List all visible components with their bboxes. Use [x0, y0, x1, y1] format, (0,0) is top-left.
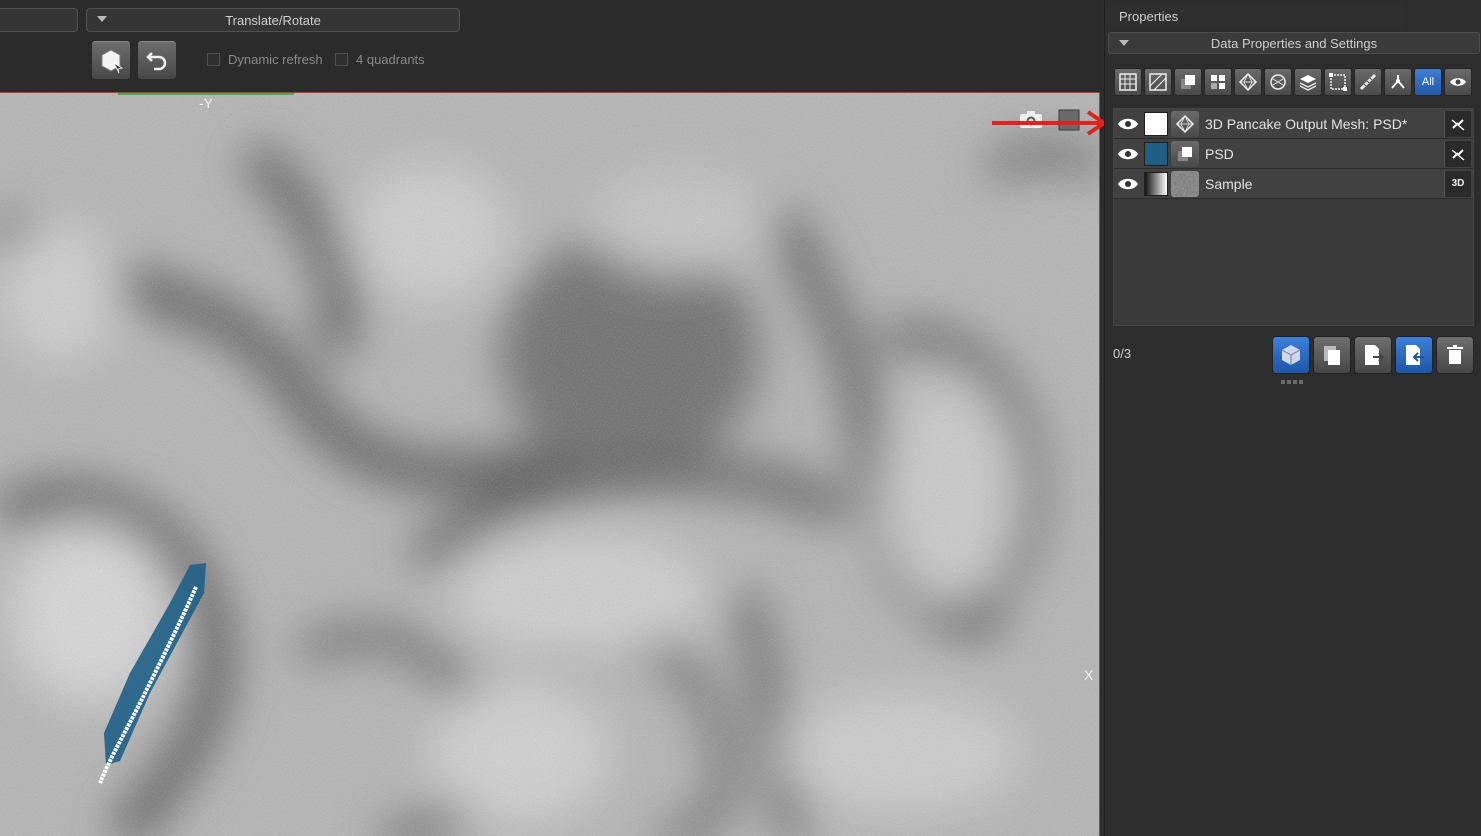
filter-graph-button[interactable] [1384, 68, 1412, 96]
microscopy-image [0, 93, 1099, 836]
transform-tool-button[interactable] [91, 40, 131, 80]
import-button[interactable] [1395, 336, 1433, 374]
filter-ruler-button[interactable] [1354, 68, 1382, 96]
left-dropdown[interactable] [0, 8, 78, 32]
undo-icon [146, 52, 167, 71]
export-button[interactable] [1354, 336, 1392, 374]
data-item-name: 3D Pancake Output Mesh: PSD* [1205, 115, 1408, 132]
color-swatch[interactable] [1144, 171, 1168, 196]
mode-dropdown[interactable]: Translate/Rotate [86, 8, 460, 32]
3d-badge[interactable]: 3D [1444, 170, 1471, 197]
import-icon [1406, 345, 1424, 365]
filter-all-label: All [1421, 76, 1435, 88]
transform-icon [101, 49, 124, 74]
filter-multi-roi-button[interactable] [1204, 68, 1232, 96]
properties-panel: Properties Data Properties and Settings [1104, 0, 1481, 836]
data-item-name: PSD [1205, 145, 1234, 162]
checkbox-box[interactable] [335, 53, 348, 66]
multi-roi-icon [1211, 75, 1225, 89]
color-swatch[interactable] [1144, 141, 1168, 166]
data-properties-header[interactable]: Data Properties and Settings [1108, 32, 1480, 54]
mesh-icon [1238, 72, 1258, 92]
filter-mesh-button[interactable] [1234, 68, 1262, 96]
sphere-icon [1270, 74, 1286, 90]
layers-square-icon [1181, 75, 1195, 89]
selection-count: 0/3 [1113, 346, 1132, 361]
eye-icon [1118, 148, 1138, 159]
four-quadrants-checkbox[interactable]: 4 quadrants [335, 52, 425, 67]
image-thumbnail [1171, 170, 1199, 197]
ruler-icon [1359, 73, 1377, 91]
unlink-icon[interactable] [1444, 140, 1471, 167]
dynamic-refresh-checkbox[interactable]: Dynamic refresh [207, 52, 323, 67]
filter-shape-button[interactable] [1264, 68, 1292, 96]
mode-dropdown-label: Translate/Rotate [225, 12, 321, 28]
top-toolbar: Translate/Rotate Dynamic refresh 4 quadr… [0, 0, 1101, 92]
data-row-sample[interactable]: Sample 3D [1114, 169, 1473, 199]
axis-label-x: X [1084, 667, 1094, 683]
visibility-toggle[interactable] [1114, 139, 1142, 168]
volume-type-icon [1171, 140, 1199, 167]
copy-icon [1324, 346, 1340, 365]
filter-image-button[interactable] [1144, 68, 1172, 96]
data-list: 3D Pancake Output Mesh: PSD* PSD Sample … [1113, 108, 1474, 326]
grid-icon [1119, 73, 1137, 91]
annotation-arrow [992, 110, 1108, 136]
eye-icon [1450, 78, 1466, 86]
data-item-name: Sample [1205, 175, 1253, 192]
stack-icon [1299, 75, 1317, 91]
export-icon [1365, 345, 1385, 365]
color-swatch[interactable] [1144, 111, 1168, 136]
delete-button[interactable] [1436, 336, 1474, 374]
chevron-down-icon [97, 16, 107, 22]
filter-layers-button[interactable] [1294, 68, 1322, 96]
undo-button[interactable] [137, 40, 177, 80]
data-row-psd[interactable]: PSD [1114, 139, 1473, 169]
filter-roi-button[interactable] [1174, 68, 1202, 96]
dynamic-refresh-label: Dynamic refresh [228, 52, 323, 67]
eye-icon [1118, 178, 1138, 189]
bounding-box-icon [1329, 73, 1347, 91]
visibility-toggle[interactable] [1114, 169, 1142, 198]
section-title: Data Properties and Settings [1210, 35, 1378, 51]
checkbox-box[interactable] [207, 53, 220, 66]
visibility-toggle[interactable] [1114, 109, 1142, 138]
unlink-icon[interactable] [1444, 110, 1471, 137]
data-row-mesh[interactable]: 3D Pancake Output Mesh: PSD* [1114, 109, 1473, 139]
add-data-button[interactable] [1272, 336, 1310, 374]
filter-box-button[interactable] [1324, 68, 1352, 96]
filter-all-button[interactable]: All [1414, 68, 1442, 96]
axis-label-y: -Y [199, 95, 213, 111]
eye-icon [1118, 118, 1138, 129]
chevron-down-icon [1119, 40, 1129, 46]
hatch-icon [1149, 73, 1167, 91]
filter-toolbar: All [1114, 68, 1472, 96]
data-actions [1272, 336, 1474, 374]
resize-grip[interactable] [1281, 380, 1303, 384]
filter-visible-button[interactable] [1444, 68, 1472, 96]
mesh-type-icon [1171, 110, 1199, 137]
filter-grid-button[interactable] [1114, 68, 1142, 96]
cube-icon [1281, 345, 1301, 365]
four-quadrants-label: 4 quadrants [356, 52, 425, 67]
properties-tab[interactable]: Properties [1106, 4, 1406, 28]
graph-icon [1391, 75, 1405, 89]
image-viewport[interactable]: -Y X [0, 92, 1100, 836]
duplicate-button[interactable] [1313, 336, 1351, 374]
trash-icon [1447, 345, 1463, 364]
